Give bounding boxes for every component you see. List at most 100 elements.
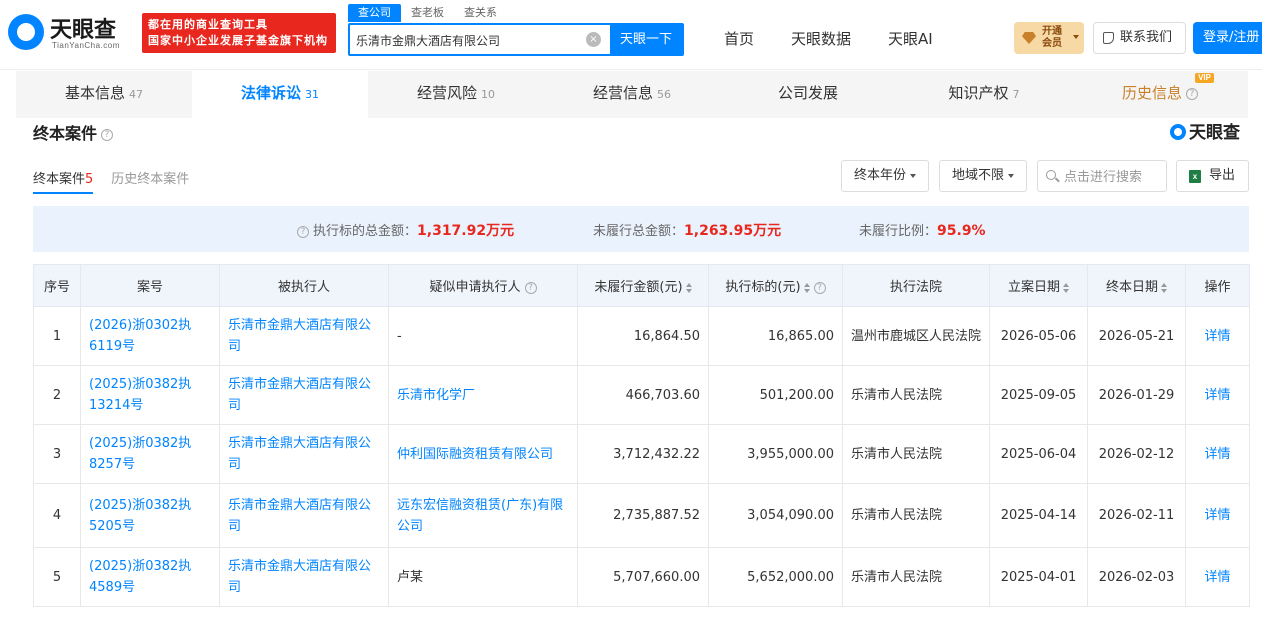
sort-icon[interactable] [1161, 282, 1167, 293]
tab-count: 56 [657, 88, 671, 101]
brand-watermark: 天眼查 [1170, 118, 1240, 143]
clear-icon[interactable]: × [586, 32, 601, 47]
logo-domain: TianYanCha.com [52, 41, 120, 50]
login-button[interactable]: 登录/注册 [1193, 22, 1262, 54]
tab-history[interactable]: 历史信息? VIP [1072, 71, 1248, 118]
help-icon[interactable]: ? [813, 281, 826, 294]
tab-operation-risk[interactable]: 经营风险 10 [368, 71, 544, 118]
detail-link[interactable]: 详情 [1185, 365, 1250, 425]
table-row: 2 (2025)浙0382执13214号 乐清市金鼎大酒店有限公司 乐清市化学厂… [33, 365, 1250, 425]
col-header-target[interactable]: 执行标的(元)? [708, 264, 843, 307]
case-search-input[interactable] [1064, 168, 1164, 186]
logo-name: 天眼查 [50, 18, 117, 43]
chevron-down-icon [1073, 35, 1079, 39]
cell-applicant-link[interactable]: 乐清市化学厂 [388, 365, 578, 425]
subtab-final-cases[interactable]: 终本案件5 [33, 168, 94, 194]
cell-applicant-link[interactable]: 仲利国际融资租赁有限公司 [388, 424, 578, 484]
col-header-closed[interactable]: 终本日期 [1087, 264, 1186, 307]
search-area: 查公司 查老板 查关系 × 天眼一下 [348, 4, 688, 56]
col-header-filed[interactable]: 立案日期 [989, 264, 1088, 307]
search-input[interactable] [356, 31, 576, 49]
cell-case-link[interactable]: (2025)浙0382执5205号 [80, 483, 220, 548]
excel-icon: x [1189, 170, 1201, 183]
search-button[interactable]: 天眼一下 [610, 25, 682, 54]
summary-total: ? 执行标的总金额：1,317.92万元 [297, 220, 514, 240]
col-header-defendant: 被执行人 [219, 264, 389, 307]
case-subtabs: 终本案件5 历史终本案件 [33, 168, 207, 194]
tab-development[interactable]: 公司发展 [720, 71, 896, 118]
subtab-count: 5 [85, 172, 94, 187]
cell-case-link[interactable]: (2026)浙0302执6119号 [80, 306, 220, 366]
cell-case-link[interactable]: (2025)浙0382执4589号 [80, 547, 220, 607]
vip-label: 开通 会员 [1042, 26, 1062, 50]
cell-filed: 2025-06-04 [989, 424, 1088, 484]
slogan-banner: 都在用的商业查询工具 国家中小企业发展子基金旗下机构 [142, 13, 336, 53]
cell-unpaid: 466,703.60 [577, 365, 709, 425]
detail-link[interactable]: 详情 [1185, 306, 1250, 366]
module-tabs: 基本信息 47 法律诉讼 31 经营风险 10 经营信息 56 公司发展 知识产权 7 历… [16, 71, 1248, 118]
cell-defendant-link[interactable]: 乐清市金鼎大酒店有限公司 [219, 365, 389, 425]
cell-target: 5,652,000.00 [708, 547, 843, 607]
cell-defendant-link[interactable]: 乐清市金鼎大酒店有限公司 [219, 547, 389, 607]
search-tab-boss[interactable]: 查老板 [401, 4, 454, 22]
cell-applicant-link[interactable]: 远东宏信融资租赁(广东)有限公司 [388, 483, 578, 548]
cell-court: 乐清市人民法院 [842, 365, 990, 425]
summary-bar: ? 执行标的总金额：1,317.92万元 未履行总金额：1,263.95万元 未履… [33, 206, 1249, 252]
summary-unfulfilled-value: 1,263.95万元 [684, 223, 782, 239]
tab-operation-info[interactable]: 经营信息 56 [544, 71, 720, 118]
nav-ai[interactable]: 天眼AI [888, 28, 933, 49]
case-search [1037, 160, 1167, 192]
col-header-target-label: 执行标的(元) [725, 280, 801, 295]
cell-no: 3 [33, 424, 81, 484]
help-icon[interactable]: ? [1186, 87, 1198, 100]
help-icon[interactable]: ? [297, 225, 309, 238]
tab-count: 7 [1012, 88, 1020, 101]
filter-year[interactable]: 终本年份 [841, 160, 930, 192]
cell-defendant-link[interactable]: 乐清市金鼎大酒店有限公司 [219, 424, 389, 484]
filter-region[interactable]: 地域不限 [939, 160, 1028, 192]
cell-case-link[interactable]: (2025)浙0382执13214号 [80, 365, 220, 425]
diamond-icon [1022, 32, 1036, 44]
vip-badge: VIP [1195, 73, 1214, 83]
search-tab-company[interactable]: 查公司 [348, 4, 401, 22]
cell-defendant-link[interactable]: 乐清市金鼎大酒店有限公司 [219, 483, 389, 548]
tab-label: 知识产权 [948, 84, 1009, 102]
site-logo[interactable]: 天眼查 TianYanCha.com [8, 12, 136, 56]
col-header-no: 序号 [33, 264, 81, 307]
subtab-history-cases[interactable]: 历史终本案件 [111, 168, 189, 194]
phone-icon [1103, 32, 1114, 44]
contact-button[interactable]: 联系我们 [1093, 22, 1186, 54]
col-header-filed-label: 立案日期 [1007, 280, 1060, 295]
cell-no: 1 [33, 306, 81, 366]
help-icon[interactable]: ? [101, 128, 114, 141]
tab-label: 公司发展 [777, 84, 838, 102]
tab-basic-info[interactable]: 基本信息 47 [16, 71, 192, 118]
cell-defendant-link[interactable]: 乐清市金鼎大酒店有限公司 [219, 306, 389, 366]
cell-filed: 2025-04-01 [989, 547, 1088, 607]
nav-home[interactable]: 首页 [724, 28, 754, 49]
vip-button[interactable]: 开通 会员 [1014, 22, 1084, 54]
tab-legal[interactable]: 法律诉讼 31 [192, 71, 368, 118]
detail-link[interactable]: 详情 [1185, 483, 1250, 548]
cell-target: 3,054,090.00 [708, 483, 843, 548]
help-icon[interactable]: ? [524, 281, 537, 294]
tab-ip[interactable]: 知识产权 7 [896, 71, 1072, 118]
nav-data[interactable]: 天眼数据 [791, 28, 851, 49]
sort-icon[interactable] [803, 282, 810, 293]
col-header-unpaid-label: 未履行金额(元) [594, 280, 683, 295]
export-button[interactable]: x 导出 [1176, 160, 1249, 192]
table-row: 3 (2025)浙0382执8257号 乐清市金鼎大酒店有限公司 仲利国际融资租… [33, 424, 1250, 484]
sort-icon[interactable] [685, 282, 692, 293]
section-title: 终本案件? [33, 120, 114, 144]
filter-year-label: 终本年份 [854, 168, 907, 183]
cell-unpaid: 5,707,660.00 [577, 547, 709, 607]
col-header-unpaid[interactable]: 未履行金额(元) [577, 264, 709, 307]
sort-icon[interactable] [1063, 282, 1069, 293]
col-header-court: 执行法院 [842, 264, 990, 307]
search-tab-relation[interactable]: 查关系 [454, 4, 507, 22]
detail-link[interactable]: 详情 [1185, 424, 1250, 484]
vip-label-line-2: 会员 [1042, 38, 1062, 49]
search-tabs: 查公司 查老板 查关系 [348, 4, 507, 22]
detail-link[interactable]: 详情 [1185, 547, 1250, 607]
cell-case-link[interactable]: (2025)浙0382执8257号 [80, 424, 220, 484]
